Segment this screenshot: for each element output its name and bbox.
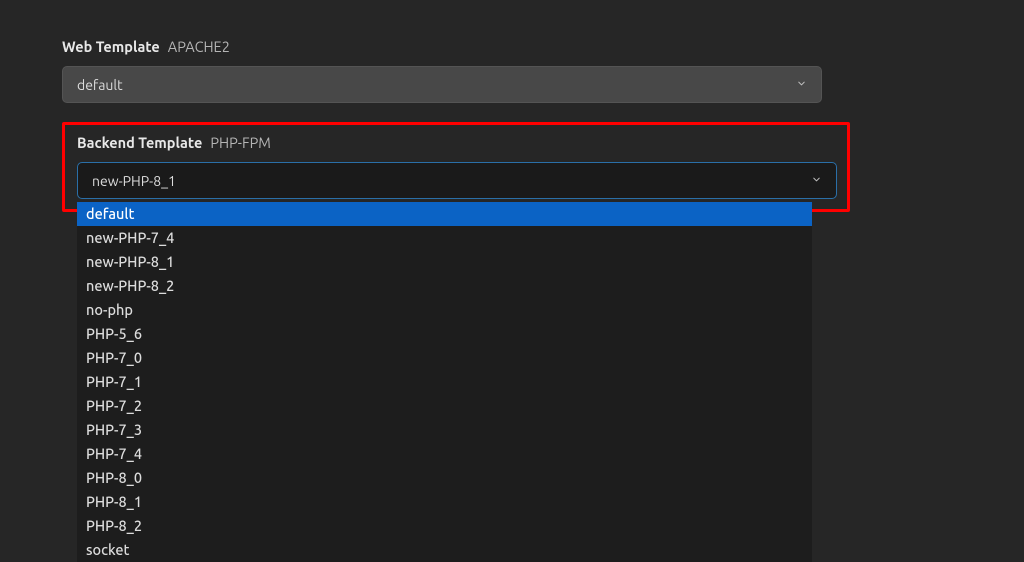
dropdown-option[interactable]: PHP-8_2 (77, 514, 812, 538)
chevron-down-icon (811, 174, 822, 188)
backend-template-select[interactable]: new-PHP-8_1 (77, 162, 837, 199)
dropdown-option[interactable]: new-PHP-8_2 (77, 274, 812, 298)
backend-template-highlight: Backend Template PHP-FPM new-PHP-8_1 (62, 122, 850, 212)
web-template-label-row: Web Template APACHE2 (62, 38, 1024, 55)
chevron-down-icon (796, 78, 807, 92)
dropdown-option[interactable]: PHP-7_0 (77, 346, 812, 370)
web-template-selected-value: default (77, 77, 796, 93)
dropdown-option[interactable]: socket (77, 538, 812, 562)
backend-template-label-row: Backend Template PHP-FPM (77, 134, 835, 151)
backend-template-label: Backend Template (77, 134, 202, 151)
dropdown-option[interactable]: PHP-7_3 (77, 418, 812, 442)
dropdown-option[interactable]: no-php (77, 298, 812, 322)
dropdown-option[interactable]: PHP-8_0 (77, 466, 812, 490)
backend-template-selected-value: new-PHP-8_1 (92, 173, 811, 189)
dropdown-option[interactable]: PHP-7_2 (77, 394, 812, 418)
web-template-field: Web Template APACHE2 default (62, 38, 1024, 103)
web-template-select[interactable]: default (62, 66, 822, 103)
backend-template-sublabel: PHP-FPM (210, 134, 271, 151)
dropdown-option[interactable]: PHP-7_4 (77, 442, 812, 466)
dropdown-option[interactable]: PHP-8_1 (77, 490, 812, 514)
dropdown-option[interactable]: new-PHP-7_4 (77, 226, 812, 250)
dropdown-option[interactable]: default (77, 202, 812, 226)
dropdown-option[interactable]: new-PHP-8_1 (77, 250, 812, 274)
dropdown-option[interactable]: PHP-5_6 (77, 322, 812, 346)
dropdown-option[interactable]: PHP-7_1 (77, 370, 812, 394)
web-template-sublabel: APACHE2 (168, 38, 230, 55)
backend-template-dropdown[interactable]: defaultnew-PHP-7_4new-PHP-8_1new-PHP-8_2… (77, 202, 812, 562)
web-template-label: Web Template (62, 38, 160, 55)
